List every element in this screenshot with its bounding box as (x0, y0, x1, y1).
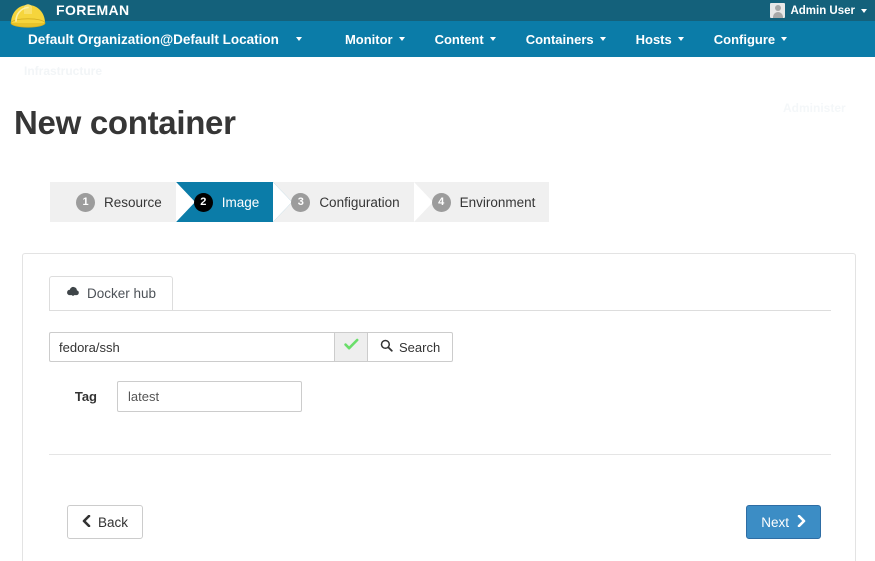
nav-item-configure[interactable]: Configure (699, 21, 802, 57)
cloud-download-icon (66, 286, 80, 301)
wizard-step-configuration[interactable]: 3 Configuration (273, 182, 413, 222)
search-button[interactable]: Search (368, 332, 453, 362)
step-label: Environment (460, 195, 536, 210)
chevron-down-icon (399, 37, 405, 41)
tab-docker-hub[interactable]: Docker hub (49, 276, 173, 311)
step-label: Resource (104, 195, 162, 210)
nav-item-label: Hosts (636, 32, 672, 47)
user-menu[interactable]: Admin User (770, 0, 867, 21)
wizard-step-image[interactable]: 2 Image (176, 182, 274, 222)
nav-items: Monitor Content Containers Hosts Configu… (330, 21, 802, 57)
step-badge: 1 (76, 193, 95, 212)
next-button-label: Next (761, 515, 789, 530)
tab-label: Docker hub (87, 286, 156, 301)
image-source-tabs: Docker hub (49, 276, 831, 311)
chevron-down-icon (296, 37, 302, 41)
wizard-steps: 1 Resource 2 Image 3 Configuration 4 Env… (50, 182, 549, 222)
step-badge: 2 (194, 193, 213, 212)
ghost-breadcrumb: Infrastructure (24, 64, 102, 78)
nav-item-label: Configure (714, 32, 775, 47)
chevron-down-icon (600, 37, 606, 41)
chevron-down-icon (678, 37, 684, 41)
next-button[interactable]: Next (746, 505, 821, 539)
search-validation-addon (334, 332, 368, 362)
chevron-down-icon (490, 37, 496, 41)
search-icon (380, 339, 393, 355)
brand-name: FOREMAN (56, 2, 130, 18)
org-location-label: Default Organization@Default Location (28, 32, 279, 47)
top-utility-bar (0, 0, 875, 21)
step-label: Configuration (319, 195, 399, 210)
nav-item-label: Containers (526, 32, 594, 47)
tag-field-row: Tag latest (49, 381, 302, 412)
chevron-left-icon (82, 515, 91, 529)
nav-item-content[interactable]: Content (420, 21, 511, 57)
wizard-panel: Docker hub Search (22, 253, 856, 561)
tag-select[interactable]: latest (117, 381, 302, 412)
step-notch (273, 182, 292, 222)
step-notch (414, 182, 433, 222)
search-button-label: Search (399, 340, 440, 355)
nav-item-label: Content (435, 32, 484, 47)
back-button[interactable]: Back (67, 505, 143, 539)
check-icon (344, 338, 359, 356)
caret-down-icon (861, 9, 867, 13)
nav-item-monitor[interactable]: Monitor (330, 21, 420, 57)
image-search-input[interactable] (49, 332, 334, 362)
step-badge: 4 (432, 193, 451, 212)
ghost-administer-label: Administer (783, 101, 846, 115)
step-notch (176, 182, 195, 222)
image-search-row: Search (49, 332, 453, 362)
page-title: New container (14, 104, 236, 142)
step-badge: 3 (291, 193, 310, 212)
nav-item-label: Monitor (345, 32, 393, 47)
nav-item-containers[interactable]: Containers (511, 21, 621, 57)
tag-field-label: Tag (49, 389, 117, 404)
footer-divider (49, 454, 831, 455)
back-button-label: Back (98, 515, 128, 530)
avatar-icon (770, 3, 785, 18)
nav-item-hosts[interactable]: Hosts (621, 21, 699, 57)
main-navbar: Default Organization@Default Location Mo… (0, 21, 875, 57)
hardhat-logo[interactable] (8, 1, 48, 28)
chevron-right-icon (797, 515, 806, 529)
tag-select-value: latest (128, 389, 159, 404)
chevron-down-icon (781, 37, 787, 41)
user-menu-label: Admin User (790, 5, 855, 17)
wizard-step-environment[interactable]: 4 Environment (414, 182, 550, 222)
wizard-step-resource[interactable]: 1 Resource (50, 182, 176, 222)
step-label: Image (222, 195, 260, 210)
